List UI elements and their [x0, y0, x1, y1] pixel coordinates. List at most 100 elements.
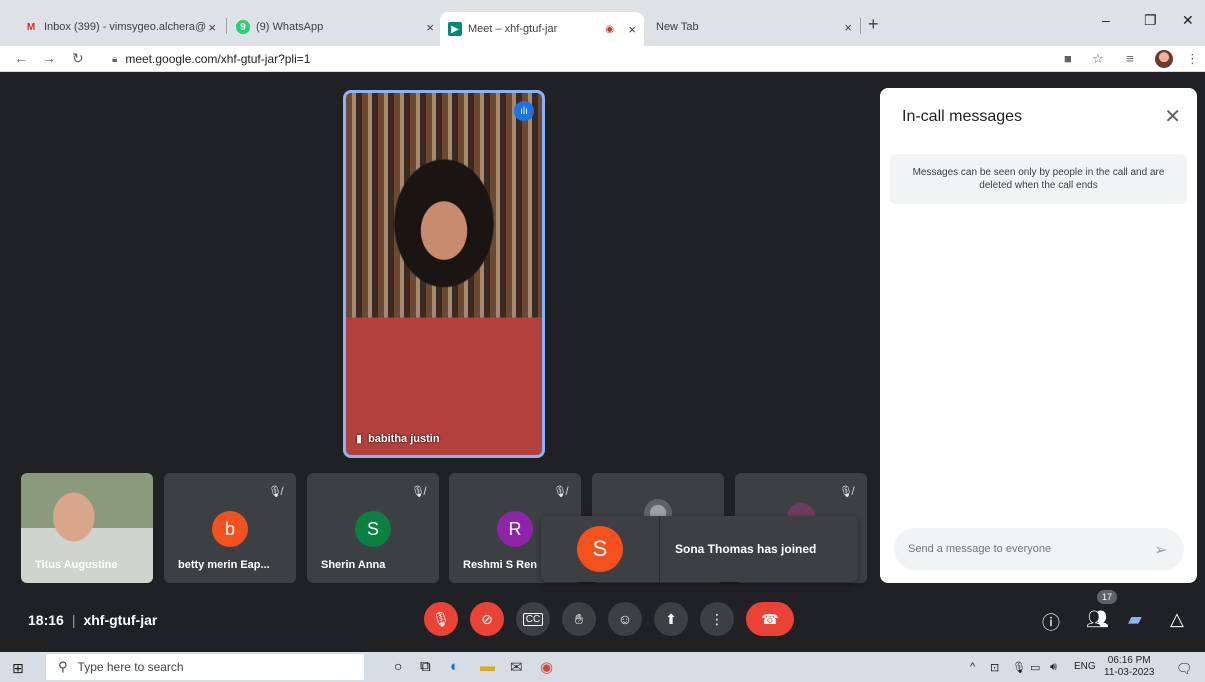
- avatar: b: [212, 511, 248, 547]
- tab-title: Inbox (399) - vimsygeo.alchera@: [44, 21, 207, 33]
- address-bar-row: ← → ↻ 🔒︎ meet.google.com/xhf-gtuf-jar?pl…: [0, 46, 1205, 72]
- taskbar-search-box[interactable]: ⚲ Type here to search: [46, 654, 364, 680]
- raise-hand-icon: ✋︎: [575, 610, 583, 627]
- windows-taskbar: ⊞ ⚲ Type here to search ○ ⧉ ◐ ▬ ✉ ◉ ^ ⊡ …: [0, 652, 1205, 682]
- present-icon: ⬆: [665, 610, 677, 627]
- leave-call-button[interactable]: ☎︎: [746, 602, 794, 636]
- back-icon[interactable]: ←: [14, 50, 28, 66]
- chrome-menu-icon[interactable]: ⋮: [1186, 51, 1199, 67]
- hang-up-icon: ☎︎: [761, 610, 779, 627]
- participant-tile[interactable]: Titus Augustine: [21, 473, 153, 583]
- network-drive-icon[interactable]: ⊡: [990, 661, 999, 674]
- tab-title: New Tab: [656, 21, 699, 33]
- panel-title: In-call messages: [902, 108, 1023, 125]
- forward-icon[interactable]: →: [42, 50, 56, 66]
- tab-whatsapp[interactable]: 9 (9) WhatsApp ×: [228, 14, 442, 40]
- raise-hand-button[interactable]: ✋︎: [562, 602, 596, 636]
- url-text: meet.google.com/xhf-gtuf-jar?pli=1: [125, 52, 311, 66]
- tab-gmail[interactable]: M Inbox (399) - vimsygeo.alchera@ ×: [16, 14, 224, 40]
- more-vert-icon: ⋮: [710, 610, 724, 627]
- reload-icon[interactable]: ↻: [72, 50, 84, 67]
- new-tab-button[interactable]: +: [868, 14, 879, 35]
- task-view-icon[interactable]: ⧉: [420, 658, 431, 675]
- emoji-icon: ☺: [617, 611, 633, 627]
- file-explorer-icon[interactable]: ▬: [480, 658, 495, 675]
- cortana-icon[interactable]: ○: [394, 658, 402, 674]
- address-bar[interactable]: 🔒︎ meet.google.com/xhf-gtuf-jar?pli=1: [112, 48, 1052, 70]
- participant-tile[interactable]: 🎙︎̸ S Sherin Anna: [307, 473, 439, 583]
- restore-icon[interactable]: ❐: [1144, 12, 1157, 29]
- volume-icon[interactable]: 🔊︎: [1050, 661, 1057, 674]
- main-speaker-label: ▮ babitha justin: [356, 432, 440, 446]
- mail-icon[interactable]: ✉: [510, 658, 523, 676]
- chat-notice: Messages can be seen only by people in t…: [890, 154, 1187, 204]
- search-placeholder: Type here to search: [77, 660, 184, 674]
- close-window-icon[interactable]: ✕: [1182, 12, 1194, 29]
- edge-icon[interactable]: ◐: [450, 658, 459, 675]
- mic-off-icon: 🎙︎: [432, 610, 450, 627]
- tab-title: (9) WhatsApp: [256, 21, 324, 33]
- mic-off-icon: 🎙︎̸: [839, 486, 853, 498]
- pin-icon[interactable]: ▮: [356, 432, 362, 445]
- lock-icon: 🔒︎: [112, 53, 118, 65]
- close-icon[interactable]: ✕: [1164, 104, 1181, 129]
- chrome-icon[interactable]: ◉: [540, 658, 553, 676]
- clock-time: 06:16 PM: [1107, 655, 1151, 666]
- tab-close-icon[interactable]: ×: [844, 20, 852, 35]
- participant-name: Titus Augustine: [35, 559, 118, 571]
- tab-separator: [860, 18, 861, 34]
- chat-message-input[interactable]: [894, 528, 1184, 570]
- battery-icon[interactable]: ▭: [1030, 661, 1040, 674]
- profile-avatar[interactable]: [1155, 50, 1173, 68]
- activities-icon[interactable]: △: [1170, 609, 1184, 630]
- meeting-time: 18:16: [28, 612, 64, 628]
- bookmark-star-icon[interactable]: ☆: [1092, 51, 1104, 67]
- toast-message: Sona Thomas has joined: [675, 542, 817, 556]
- tab-close-icon[interactable]: ×: [208, 20, 216, 35]
- windows-start-icon[interactable]: ⊞: [12, 660, 24, 677]
- reactions-button[interactable]: ☺: [608, 602, 642, 636]
- in-call-messages-panel: In-call messages ✕ Messages can be seen …: [880, 88, 1197, 583]
- people-icon[interactable]: 👥︎: [1086, 609, 1109, 630]
- speaking-indicator-icon: ılı: [514, 101, 534, 121]
- microphone-tray-icon[interactable]: 🎙︎: [1012, 661, 1026, 674]
- tab-close-icon[interactable]: ×: [426, 20, 434, 35]
- tab-new-tab[interactable]: New Tab ×: [648, 14, 860, 40]
- tab-close-icon[interactable]: ×: [628, 22, 636, 37]
- chat-icon[interactable]: ▰: [1128, 609, 1142, 630]
- participant-tile[interactable]: 🎙︎̸ b betty merin Eap...: [164, 473, 296, 583]
- taskbar-clock[interactable]: 06:16 PM 11-03-2023: [1104, 655, 1154, 679]
- show-hidden-icons-icon[interactable]: ^: [970, 661, 975, 673]
- meet-icon: ▶: [448, 22, 462, 36]
- microphone-toggle-button[interactable]: 🎙︎: [424, 602, 458, 636]
- search-icon: ⚲: [58, 659, 68, 674]
- captions-button[interactable]: CC: [516, 602, 550, 636]
- avatar: S: [355, 511, 391, 547]
- minimize-icon[interactable]: –: [1102, 12, 1110, 28]
- toast-divider: [659, 516, 660, 582]
- present-screen-button[interactable]: ⬆: [654, 602, 688, 636]
- camera-in-use-icon[interactable]: ■: [1064, 51, 1072, 66]
- send-icon[interactable]: ➢: [1154, 540, 1167, 560]
- avatar: R: [497, 511, 533, 547]
- notifications-icon[interactable]: 🗨︎: [1176, 661, 1193, 677]
- camera-toggle-button[interactable]: ⊘: [470, 602, 504, 636]
- people-count-badge: 17: [1097, 590, 1117, 604]
- main-speaker-tile[interactable]: ılı ▮ babitha justin: [343, 90, 545, 458]
- gmail-icon: M: [26, 21, 36, 33]
- language-indicator[interactable]: ENG: [1074, 661, 1096, 672]
- meeting-details-icon[interactable]: ⓘ: [1042, 609, 1060, 635]
- camera-off-icon: ⊘: [481, 610, 493, 627]
- meet-stage: ılı ▮ babitha justin Titus Augustine 🎙︎̸…: [0, 72, 1205, 652]
- tab-meet[interactable]: ▶ Meet – xhf-gtuf-jar ◉ ×: [440, 12, 644, 46]
- mic-off-icon: 🎙︎̸: [411, 486, 425, 498]
- more-options-button[interactable]: ⋮: [700, 602, 734, 636]
- reading-list-icon[interactable]: ≡: [1126, 51, 1134, 66]
- meeting-info: 18:16 | xhf-gtuf-jar: [28, 612, 157, 628]
- main-speaker-name: babitha justin: [368, 432, 440, 445]
- avatar: S: [577, 526, 623, 572]
- participant-name: betty merin Eap...: [178, 559, 270, 571]
- clock-date: 11-03-2023: [1104, 667, 1155, 678]
- meeting-code: xhf-gtuf-jar: [83, 612, 158, 628]
- mic-off-icon: 🎙︎̸: [268, 486, 282, 498]
